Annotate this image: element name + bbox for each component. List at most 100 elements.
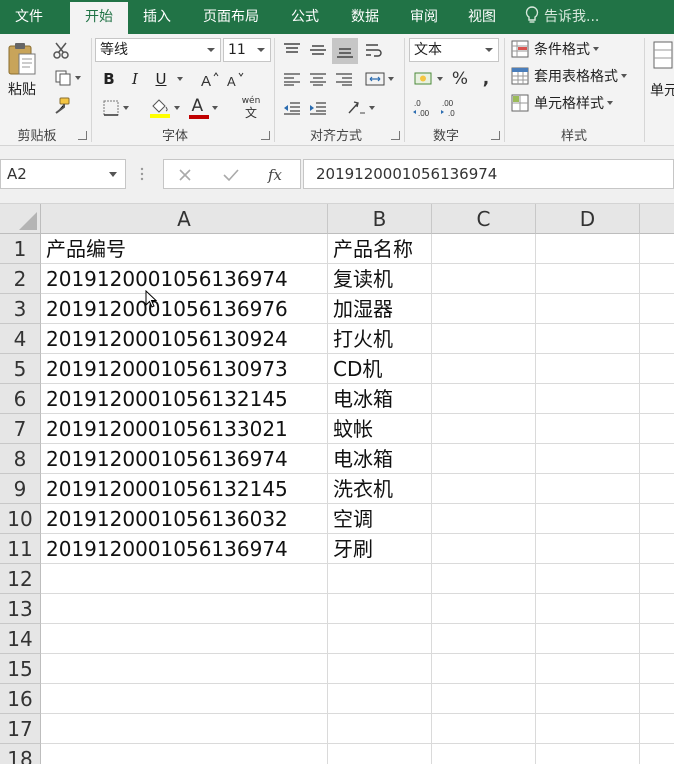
row-header[interactable]: 16 (0, 684, 41, 714)
row-header[interactable]: 14 (0, 624, 41, 654)
fill-color-button[interactable] (144, 96, 184, 120)
italic-button[interactable]: I (124, 67, 146, 91)
table-cell[interactable] (432, 534, 536, 564)
borders-button[interactable] (96, 96, 134, 120)
decrease-decimal-button[interactable]: .00.0 (438, 96, 464, 120)
table-cell[interactable] (640, 294, 674, 324)
increase-font-button[interactable]: A (198, 67, 222, 91)
table-cell[interactable] (640, 744, 674, 764)
table-cell[interactable] (432, 564, 536, 594)
font-launcher-icon[interactable] (261, 131, 270, 140)
table-cell[interactable] (328, 744, 432, 764)
table-cell[interactable] (432, 504, 536, 534)
table-cell[interactable]: 2019120001056132145 (41, 474, 328, 504)
row-header[interactable]: 13 (0, 594, 41, 624)
insert-function-button[interactable]: fx (264, 164, 288, 186)
table-cell[interactable] (41, 624, 328, 654)
table-cell[interactable] (536, 354, 640, 384)
row-header[interactable]: 7 (0, 414, 41, 444)
table-cell[interactable] (328, 564, 432, 594)
table-cell[interactable] (640, 414, 674, 444)
table-cell[interactable] (432, 714, 536, 744)
insert-cells-button[interactable] (650, 38, 674, 72)
table-cell[interactable]: 2019120001056136974 (41, 264, 328, 294)
table-cell[interactable]: 2019120001056133021 (41, 414, 328, 444)
table-cell[interactable]: 2019120001056130973 (41, 354, 328, 384)
align-right-button[interactable] (332, 67, 356, 91)
table-cell[interactable] (432, 744, 536, 764)
table-cell[interactable] (536, 594, 640, 624)
wrap-text-button[interactable] (362, 38, 386, 62)
cell-styles-button[interactable]: 单元格样式 (511, 92, 613, 114)
row-header[interactable]: 8 (0, 444, 41, 474)
table-cell[interactable] (640, 684, 674, 714)
decrease-indent-button[interactable] (280, 96, 304, 120)
table-cell[interactable] (640, 264, 674, 294)
comma-style-button[interactable]: , (474, 67, 498, 91)
column-header-b[interactable]: B (328, 204, 432, 234)
conditional-format-button[interactable]: 条件格式 (511, 38, 599, 60)
percent-button[interactable]: % (448, 67, 472, 91)
row-header[interactable]: 11 (0, 534, 41, 564)
table-cell[interactable] (640, 624, 674, 654)
column-header-a[interactable]: A (41, 204, 328, 234)
table-cell[interactable] (328, 714, 432, 744)
underline-button[interactable]: U (150, 67, 172, 91)
tab-view[interactable]: 视图 (454, 0, 510, 34)
table-cell[interactable] (432, 624, 536, 654)
table-cell[interactable] (432, 594, 536, 624)
table-cell[interactable] (640, 234, 674, 264)
table-cell[interactable]: 电冰箱 (328, 384, 432, 414)
table-cell[interactable] (41, 714, 328, 744)
table-cell[interactable] (432, 294, 536, 324)
tab-formulas[interactable]: 公式 (276, 0, 334, 34)
number-launcher-icon[interactable] (491, 131, 500, 140)
table-cell[interactable] (640, 474, 674, 504)
name-box[interactable]: A2 (0, 159, 126, 189)
table-cell[interactable] (41, 654, 328, 684)
row-header[interactable]: 3 (0, 294, 41, 324)
table-cell[interactable] (328, 654, 432, 684)
table-cell[interactable]: 产品名称 (328, 234, 432, 264)
table-cell[interactable] (432, 234, 536, 264)
table-cell[interactable] (41, 594, 328, 624)
table-cell[interactable]: 电冰箱 (328, 444, 432, 474)
merge-center-button[interactable] (360, 67, 398, 91)
row-header[interactable]: 1 (0, 234, 41, 264)
table-cell[interactable] (536, 534, 640, 564)
format-as-table-button[interactable]: 套用表格格式 (511, 65, 627, 87)
table-cell[interactable] (536, 264, 640, 294)
align-left-button[interactable] (280, 67, 304, 91)
table-cell[interactable] (640, 714, 674, 744)
table-cell[interactable] (41, 744, 328, 764)
table-cell[interactable]: 打火机 (328, 324, 432, 354)
table-cell[interactable] (432, 414, 536, 444)
table-cell[interactable]: 蚊帐 (328, 414, 432, 444)
table-cell[interactable] (432, 324, 536, 354)
table-cell[interactable]: 2019120001056136974 (41, 444, 328, 474)
align-middle-button[interactable] (306, 38, 330, 62)
tab-data[interactable]: 数据 (336, 0, 394, 34)
table-cell[interactable] (328, 594, 432, 624)
table-cell[interactable] (328, 624, 432, 654)
table-cell[interactable] (640, 594, 674, 624)
table-cell[interactable] (536, 474, 640, 504)
table-cell[interactable] (432, 264, 536, 294)
table-cell[interactable] (536, 324, 640, 354)
table-cell[interactable] (328, 684, 432, 714)
table-cell[interactable] (640, 564, 674, 594)
table-cell[interactable] (640, 504, 674, 534)
table-cell[interactable] (536, 564, 640, 594)
table-cell[interactable] (536, 714, 640, 744)
table-cell[interactable]: 2019120001056132145 (41, 384, 328, 414)
formula-bar-splitter[interactable] (140, 166, 144, 182)
cells-label[interactable]: 单元 (650, 80, 674, 100)
tab-home[interactable]: 开始 (70, 2, 128, 34)
table-cell[interactable] (640, 324, 674, 354)
table-cell[interactable] (432, 684, 536, 714)
table-cell[interactable] (432, 474, 536, 504)
table-cell[interactable]: 加湿器 (328, 294, 432, 324)
cut-button[interactable] (48, 38, 74, 62)
font-name-combo[interactable]: 等线 (95, 38, 221, 62)
row-header[interactable]: 5 (0, 354, 41, 384)
